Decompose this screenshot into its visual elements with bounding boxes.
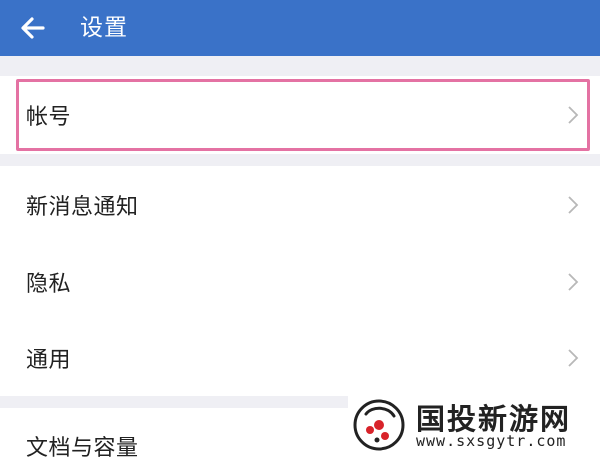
page-title: 设置 (80, 15, 128, 41)
settings-item-general[interactable]: 通用 (0, 320, 600, 396)
settings-item-label: 隐私 (26, 272, 72, 297)
arrow-left-icon (21, 17, 45, 39)
settings-item-privacy[interactable]: 隐私 (0, 244, 600, 320)
chevron-right-icon (566, 194, 580, 216)
watermark: 国投新游网 www.sxsgytr.com (348, 392, 600, 458)
back-button[interactable] (16, 11, 50, 45)
settings-item-label: 通用 (26, 348, 72, 373)
chevron-right-icon (566, 347, 580, 369)
site-logo-icon (353, 399, 405, 451)
settings-item-label: 文档与容量 (26, 436, 139, 458)
settings-item-label: 帐号 (26, 105, 72, 130)
app-header: 设置 (0, 0, 600, 56)
settings-screen: 设置 帐号 新消息通知 隐私 通用 文档与容量 国投新游网 www.sxsgyt… (0, 0, 600, 458)
chevron-right-icon (566, 104, 580, 126)
settings-item-label: 新消息通知 (26, 195, 139, 220)
watermark-url: www.sxsgytr.com (416, 432, 567, 450)
chevron-right-icon (566, 271, 580, 293)
settings-item-account[interactable]: 帐号 (0, 76, 600, 154)
settings-item-notifications[interactable]: 新消息通知 (0, 166, 600, 244)
